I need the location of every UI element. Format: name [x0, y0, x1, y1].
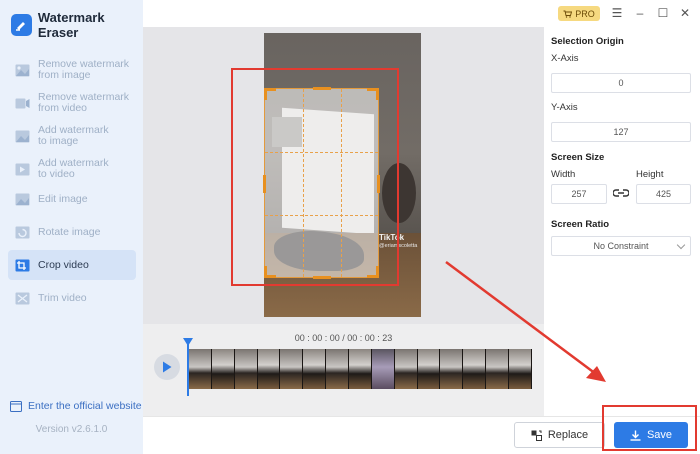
film-frame — [211, 349, 235, 389]
pro-badge[interactable]: PRO — [558, 6, 600, 21]
timeline: 00 : 00 : 00 / 00 : 00 : 23 — [143, 324, 544, 416]
crop-highlight-annotation — [231, 68, 399, 286]
official-website-link[interactable]: Enter the official website — [10, 400, 142, 412]
film-frame — [189, 349, 212, 389]
maximize-icon[interactable]: ☐ — [655, 4, 671, 22]
sidebar-item-rotate-image[interactable]: Rotate image — [8, 217, 136, 247]
sidebar-item-crop-video[interactable]: Crop video — [8, 250, 136, 280]
rotate-icon — [15, 226, 30, 238]
sidebar-item-label-2: to video — [38, 168, 75, 180]
film-frame — [394, 349, 418, 389]
image-add-icon — [15, 130, 30, 142]
replace-button[interactable]: Replace — [514, 422, 605, 448]
sidebar-item-trim-video[interactable]: Trim video — [8, 283, 136, 313]
width-input[interactable]: 257 — [551, 184, 607, 204]
close-icon[interactable]: ✕ — [677, 4, 693, 22]
play-icon — [163, 361, 172, 373]
height-input[interactable]: 425 — [636, 184, 691, 204]
sidebar-item-label: Edit image — [38, 192, 88, 205]
sidebar: Watermark Eraser Remove watermark from im… — [0, 0, 143, 454]
sidebar-item-edit-image[interactable]: Edit image — [8, 184, 136, 214]
film-frame — [417, 349, 441, 389]
video-add-icon — [15, 163, 30, 175]
sidebar-item-add-watermark-video[interactable]: Add watermark to video — [8, 154, 136, 184]
browser-icon — [10, 400, 22, 412]
film-frame — [486, 349, 510, 389]
film-frame — [303, 349, 327, 389]
version-label: Version v2.6.1.0 — [35, 424, 108, 435]
screen-ratio-select[interactable]: No Constraint — [551, 236, 691, 256]
sidebar-item-remove-watermark-image[interactable]: Remove watermark from image — [8, 55, 136, 85]
pro-label: PRO — [575, 8, 595, 19]
video-eraser-icon — [15, 98, 30, 108]
x-axis-label: X-Axis — [551, 53, 579, 64]
timecode: 00 : 00 : 00 / 00 : 00 : 23 — [294, 333, 393, 343]
height-label: Height — [636, 169, 664, 180]
film-frame — [371, 349, 395, 389]
screen-size-heading: Screen Size — [551, 152, 605, 163]
playhead[interactable] — [183, 338, 193, 396]
sidebar-item-label: Crop video — [38, 258, 89, 271]
film-frame — [349, 349, 372, 389]
trim-icon — [15, 292, 30, 304]
width-label: Width — [551, 169, 576, 180]
crop-icon — [15, 259, 30, 271]
replace-label: Replace — [547, 429, 589, 441]
film-frame — [440, 349, 464, 389]
y-axis-label: Y-Axis — [551, 102, 578, 113]
app-logo-icon — [11, 14, 32, 36]
sidebar-item-label: Trim video — [38, 291, 87, 304]
film-frame — [280, 349, 304, 389]
app-window: Watermark Eraser Remove watermark from im… — [0, 0, 700, 454]
film-frame — [326, 349, 350, 389]
minimize-icon[interactable]: – — [632, 4, 648, 22]
edit-image-icon — [15, 193, 30, 205]
sidebar-item-label: Rotate image — [38, 225, 101, 238]
y-axis-input[interactable]: 127 — [551, 122, 691, 142]
film-frame — [509, 349, 532, 389]
screen-ratio-value: No Constraint — [593, 241, 649, 251]
replace-icon — [531, 430, 542, 441]
screen-ratio-heading: Screen Ratio — [551, 219, 610, 230]
official-website-label: Enter the official website — [28, 400, 142, 412]
link-aspect-icon[interactable] — [613, 187, 629, 199]
filmstrip[interactable] — [189, 349, 532, 389]
play-button[interactable] — [154, 354, 180, 380]
film-frame — [257, 349, 281, 389]
film-frame — [234, 349, 258, 389]
sidebar-item-label-2: from video — [38, 102, 88, 114]
selection-origin-heading: Selection Origin — [551, 36, 624, 47]
sidebar-item-label-2: to image — [38, 135, 79, 147]
x-axis-input[interactable]: 0 — [551, 73, 691, 93]
film-frame — [463, 349, 487, 389]
cart-icon — [563, 10, 573, 18]
sidebar-item-add-watermark-image[interactable]: Add watermark to image — [8, 121, 136, 151]
sidebar-item-label-2: from image — [38, 69, 91, 81]
chevron-down-icon — [676, 240, 686, 250]
brand: Watermark Eraser — [11, 10, 143, 40]
app-title: Watermark Eraser — [37, 10, 105, 40]
save-highlight-annotation — [602, 405, 697, 451]
image-eraser-icon — [15, 64, 30, 76]
sidebar-item-remove-watermark-video[interactable]: Remove watermark from video — [8, 88, 136, 118]
menu-icon[interactable]: ☰ — [609, 4, 625, 22]
